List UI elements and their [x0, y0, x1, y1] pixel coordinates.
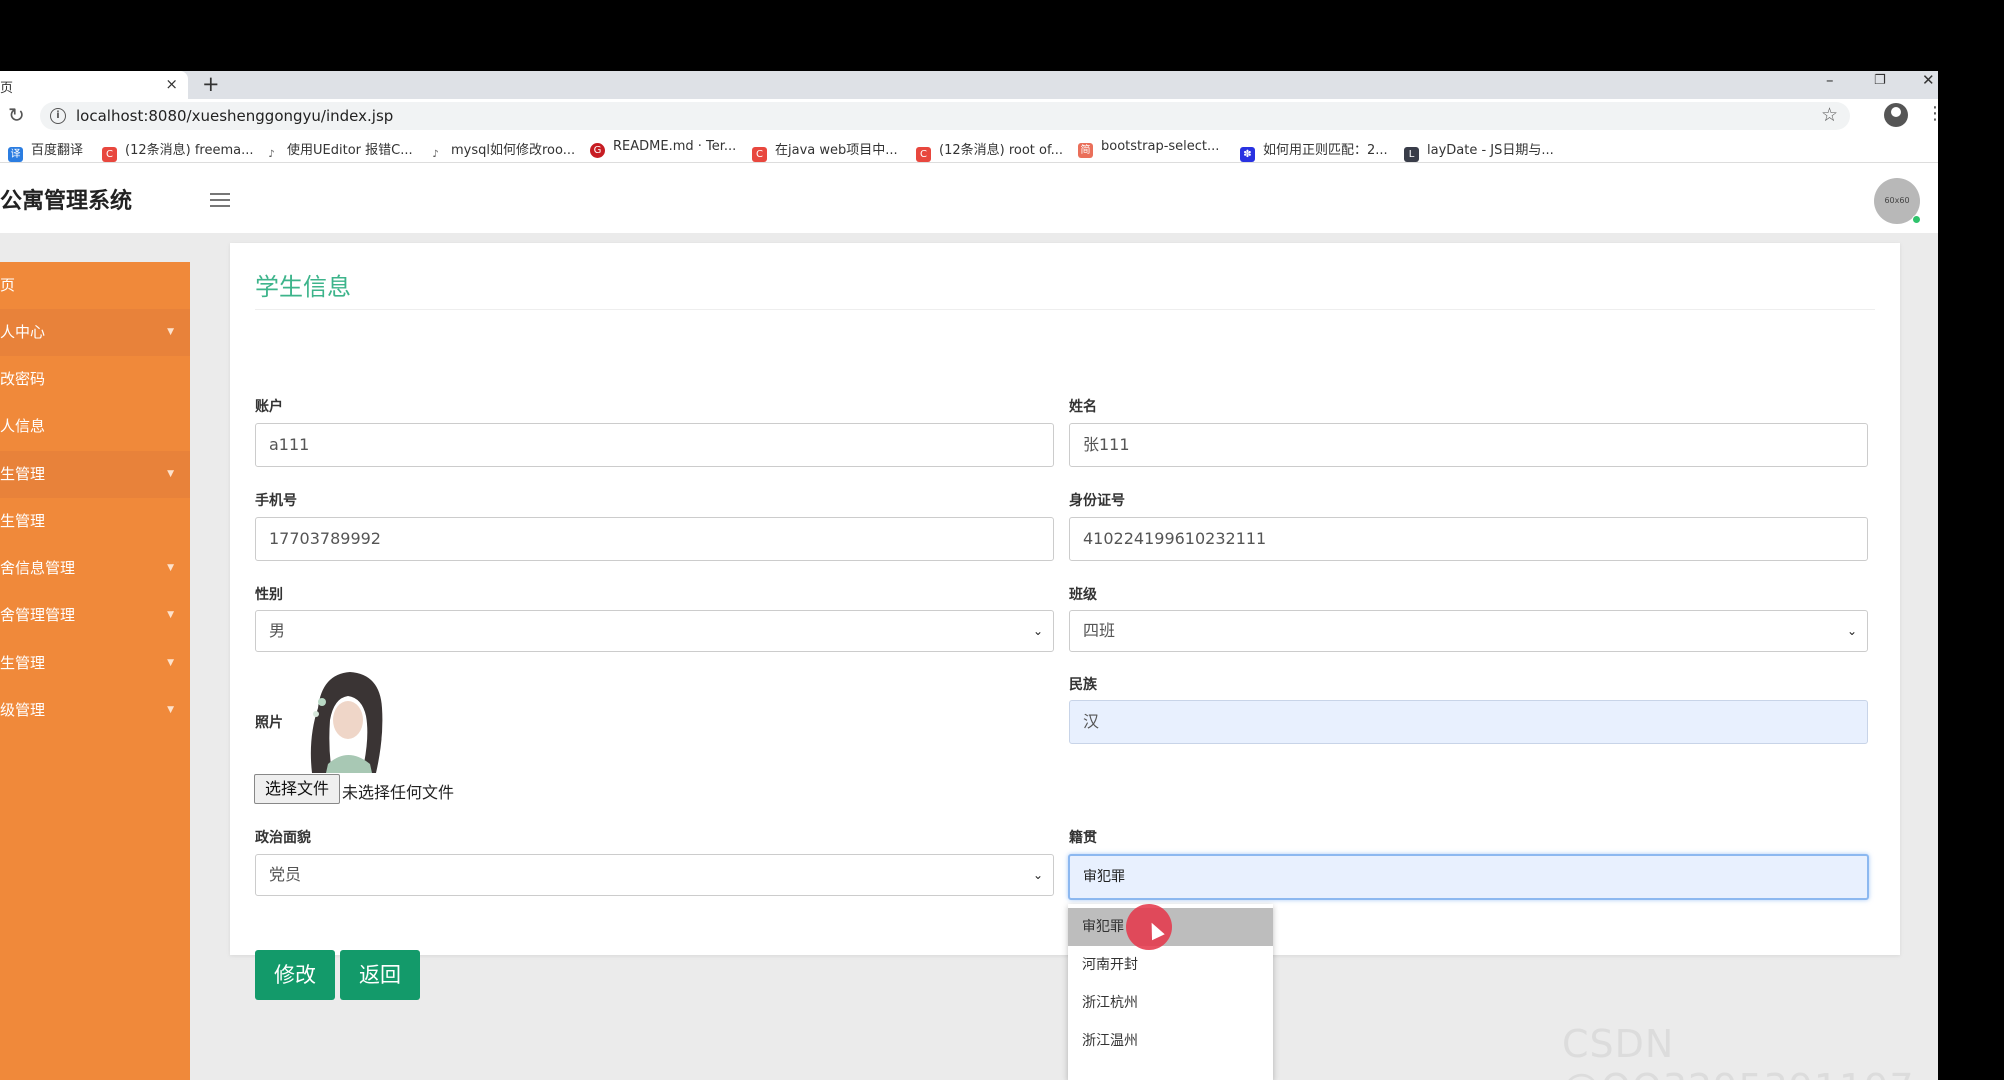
- screen: 页 × + – ❐ ✕ ↻ i localhost:8080/xueshengg…: [0, 0, 2004, 1080]
- name-input[interactable]: 张111: [1069, 423, 1868, 467]
- url-text[interactable]: localhost:8080/xueshenggongyu/index.jsp: [76, 107, 393, 125]
- name-label: 姓名: [1069, 399, 1097, 415]
- sidebar-item-student-manage[interactable]: 生管理: [0, 498, 190, 545]
- autocomplete-option[interactable]: 浙江杭州: [1068, 984, 1273, 1022]
- choose-file-button[interactable]: 选择文件: [254, 774, 340, 804]
- address-bar: ↻ i localhost:8080/xueshenggongyu/index.…: [0, 99, 1938, 133]
- bookmark-item[interactable]: G README.md · Ter...: [590, 139, 736, 158]
- gitee-icon: G: [590, 143, 605, 158]
- menu-toggle-icon[interactable]: [210, 193, 230, 207]
- bookmark-item[interactable]: C (12条消息) root of...: [916, 139, 1063, 162]
- gender-value: 男: [269, 621, 286, 640]
- watermark: CSDN @QQ3295391197: [1562, 1022, 1914, 1080]
- sidebar-item-personal-info[interactable]: 人信息: [0, 403, 190, 450]
- chevron-icon: ▼: [167, 327, 174, 337]
- sidebar-item-home[interactable]: 页: [0, 262, 190, 309]
- political-value: 党员: [269, 865, 302, 884]
- idcard-label: 身份证号: [1069, 493, 1125, 509]
- translate-icon: 译: [8, 147, 23, 162]
- tab-title: 页: [0, 81, 14, 96]
- account-icon[interactable]: [1884, 103, 1908, 127]
- page-title: 学生信息: [255, 273, 351, 301]
- class-value: 四班: [1083, 621, 1116, 640]
- gender-label: 性别: [255, 587, 283, 603]
- chevron-down-icon: ⌄: [1846, 624, 1857, 638]
- csdn-icon: C: [102, 147, 117, 162]
- csdn-icon: C: [916, 147, 931, 162]
- title-divider: [255, 309, 1875, 310]
- app-title: 公寓管理系统: [0, 189, 133, 214]
- sidebar-item-personal-center[interactable]: 人中心 ▼: [0, 309, 190, 356]
- student-photo-image: [300, 668, 390, 773]
- origin-input[interactable]: 审犯罪: [1068, 854, 1869, 900]
- autocomplete-option[interactable]: 河南开封: [1068, 946, 1273, 984]
- political-label: 政治面貌: [255, 830, 311, 846]
- bookmark-item[interactable]: LlayDate - JS日期与...: [1404, 139, 1554, 162]
- bookmark-item[interactable]: C (12条消息) freema...: [102, 139, 253, 162]
- browser-menu-icon[interactable]: ⋮: [1926, 103, 1938, 124]
- tab-strip: 页 × + – ❐ ✕: [0, 71, 1938, 99]
- tab-close-icon[interactable]: ×: [165, 75, 178, 93]
- ueditor-icon: ♪: [428, 147, 443, 162]
- minimize-icon[interactable]: –: [1826, 71, 1834, 89]
- bookmark-item[interactable]: C 在java web项目中...: [752, 139, 898, 162]
- bookmarks-bar: 译百度翻译 C (12条消息) freema... ♪ 使用UEditor 报错C.…: [0, 133, 1938, 163]
- sidebar-item-dorm-info[interactable]: 舍信息管理 ▼: [0, 545, 190, 592]
- class-label: 班级: [1069, 587, 1097, 603]
- chevron-icon: ▼: [167, 563, 174, 573]
- reload-icon[interactable]: ↻: [8, 103, 25, 127]
- back-button[interactable]: 返回: [340, 950, 420, 1000]
- csdn-icon: C: [752, 147, 767, 162]
- idcard-input[interactable]: 410224199610232111: [1069, 517, 1868, 561]
- chevron-down-icon: ⌄: [1032, 624, 1043, 638]
- political-select[interactable]: 党员 ⌄: [255, 854, 1054, 896]
- jianshu-icon: 简: [1078, 143, 1093, 158]
- bookmark-item[interactable]: ♪ 使用UEditor 报错C...: [264, 139, 413, 162]
- autocomplete-option[interactable]: 浙江温州: [1068, 1022, 1273, 1060]
- class-select[interactable]: 四班 ⌄: [1069, 610, 1868, 652]
- chevron-icon: ▼: [167, 658, 174, 668]
- bookmark-item[interactable]: 简 bootstrap-select...: [1078, 139, 1219, 158]
- sidebar: 页 人中心 ▼ 改密码 人信息 生管理 ▼ 生管理 舍信息管理 ▼ 舍管理管理 ▼ 生管…: [0, 262, 190, 1080]
- phone-input[interactable]: 17703789992: [255, 517, 1054, 561]
- student-info-card: 学生信息: [230, 243, 1900, 955]
- window-close-icon[interactable]: ✕: [1922, 71, 1935, 89]
- ethnic-input[interactable]: 汉: [1069, 700, 1868, 744]
- omnibox[interactable]: i localhost:8080/xueshenggongyu/index.js…: [40, 102, 1850, 130]
- ueditor-icon: ♪: [264, 147, 279, 162]
- gender-select[interactable]: 男 ⌄: [255, 610, 1054, 652]
- file-status-text: 未选择任何文件: [342, 783, 455, 802]
- sidebar-item-dorm-manager[interactable]: 舍管理管理 ▼: [0, 592, 190, 639]
- browser-tab[interactable]: 页 ×: [0, 71, 188, 99]
- star-icon[interactable]: ☆: [1821, 104, 1838, 126]
- layui-icon: L: [1404, 147, 1419, 162]
- photo-label: 照片: [255, 715, 283, 731]
- account-input[interactable]: a111: [255, 423, 1054, 467]
- sidebar-item-student-admin[interactable]: 生管理 ▼: [0, 451, 190, 498]
- baidu-icon: ✽: [1240, 147, 1255, 162]
- account-label: 账户: [255, 399, 283, 415]
- bookmark-item[interactable]: 译百度翻译: [8, 139, 83, 162]
- phone-label: 手机号: [255, 493, 297, 509]
- origin-label: 籍贯: [1069, 830, 1097, 846]
- chevron-icon: ▼: [167, 705, 174, 715]
- sidebar-item-class-manage[interactable]: 级管理 ▼: [0, 687, 190, 734]
- student-photo: [300, 668, 390, 773]
- chevron-icon: ▼: [167, 610, 174, 620]
- ethnic-label: 民族: [1069, 677, 1097, 693]
- info-icon[interactable]: i: [50, 108, 66, 124]
- chevron-down-icon: ⌄: [1032, 868, 1043, 882]
- online-status-dot: [1912, 215, 1921, 224]
- chevron-icon: ▼: [167, 469, 174, 479]
- submit-button[interactable]: 修改: [255, 950, 335, 1000]
- bookmark-item[interactable]: ✽ 如何用正则匹配：2...: [1240, 139, 1388, 162]
- new-tab-icon[interactable]: +: [202, 72, 220, 96]
- restore-icon[interactable]: ❐: [1874, 73, 1886, 88]
- sidebar-item-student-group[interactable]: 生管理 ▼: [0, 640, 190, 687]
- bookmark-item[interactable]: ♪ mysql如何修改roo...: [428, 139, 575, 162]
- app-header: 公寓管理系统 60x60: [0, 163, 1938, 233]
- sidebar-item-change-password[interactable]: 改密码: [0, 356, 190, 403]
